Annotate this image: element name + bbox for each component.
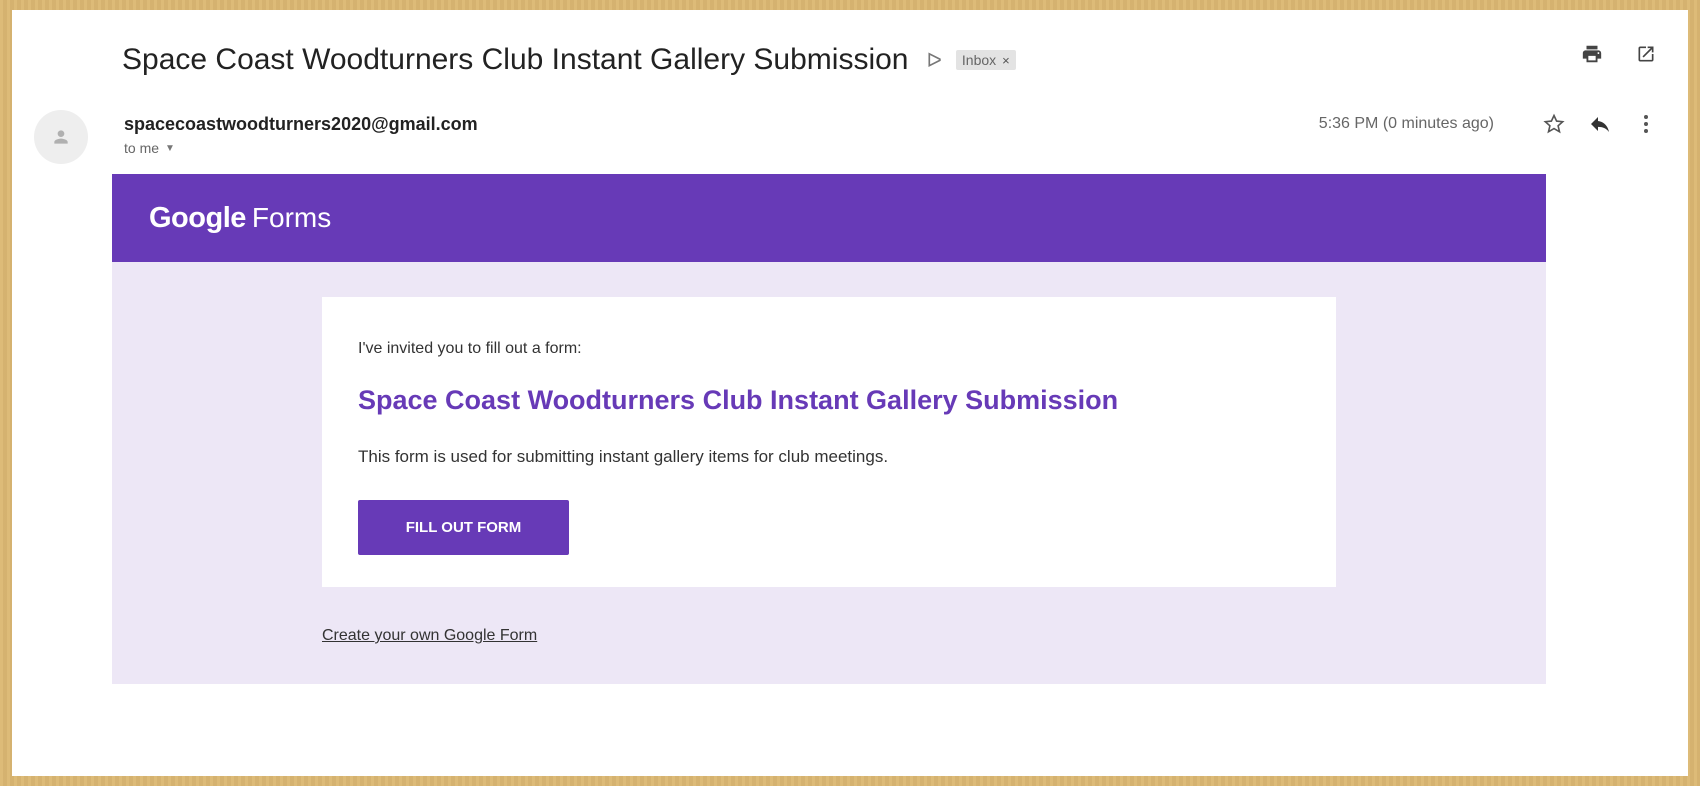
invite-text: I've invited you to fill out a form: xyxy=(358,340,582,357)
chevron-down-icon[interactable]: ▼ xyxy=(165,143,175,154)
form-description: This form is used for submitting instant… xyxy=(358,447,889,466)
star-icon[interactable] xyxy=(1540,110,1568,138)
timestamp: 5:36 PM (0 minutes ago) xyxy=(1318,115,1494,132)
more-vert-icon[interactable] xyxy=(1632,110,1660,138)
open-in-new-window-icon[interactable] xyxy=(1632,40,1660,68)
google-forms-header: Google Forms xyxy=(112,174,1546,262)
inbox-label-text: Inbox xyxy=(961,52,997,68)
google-logo-text: Google xyxy=(149,201,246,234)
inbox-label[interactable]: Inbox × xyxy=(955,50,1016,70)
reply-icon[interactable] xyxy=(1586,110,1614,138)
email-subject: Space Coast Woodturners Club Instant Gal… xyxy=(122,43,909,76)
create-form-link[interactable]: Create your own Google Form xyxy=(322,627,537,645)
fill-out-form-button[interactable]: FILL OUT FORM xyxy=(358,500,569,555)
top-actions xyxy=(1578,40,1660,68)
google-forms-email-card: Google Forms I've invited you to fill ou… xyxy=(112,174,1546,684)
sender-email[interactable]: spacecoastwoodturners2020@gmail.com xyxy=(124,114,478,135)
invite-card: I've invited you to fill out a form: Spa… xyxy=(322,297,1336,587)
form-title-link[interactable]: Space Coast Woodturners Club Instant Gal… xyxy=(358,385,1118,416)
important-marker-icon[interactable]: ᐅ xyxy=(927,48,942,73)
print-icon[interactable] xyxy=(1578,40,1606,68)
recipient-line[interactable]: to me ▼ xyxy=(124,140,175,156)
message-meta: 5:36 PM (0 minutes ago) xyxy=(1319,110,1660,138)
person-icon xyxy=(54,130,68,144)
remove-label-icon[interactable]: × xyxy=(1002,53,1010,68)
recipient-text: to me xyxy=(124,140,160,156)
email-view: Space Coast Woodturners Club Instant Gal… xyxy=(12,10,1688,776)
subject-row: Space Coast Woodturners Club Instant Gal… xyxy=(122,38,1016,82)
forms-logo-text: Forms xyxy=(251,202,332,233)
sender-avatar xyxy=(34,110,88,164)
